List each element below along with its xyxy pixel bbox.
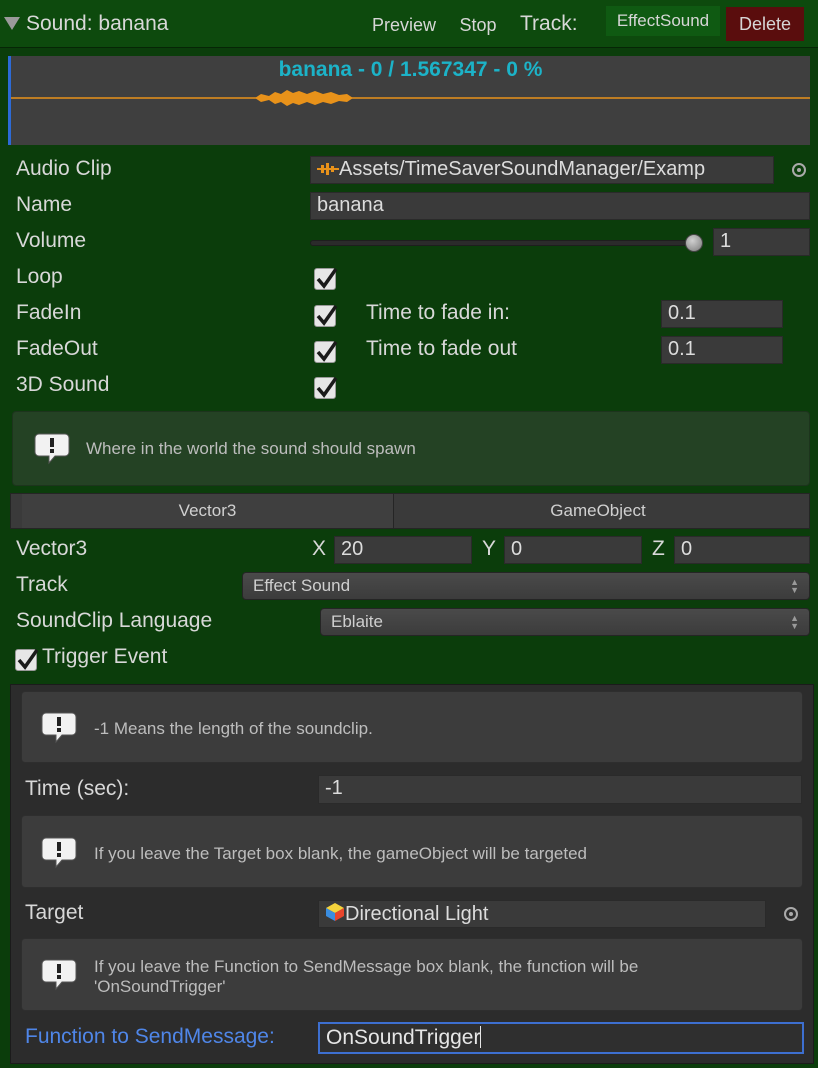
fadein-checkbox[interactable] (314, 304, 338, 327)
volume-slider-thumb[interactable] (685, 234, 703, 252)
name-label: Name (16, 193, 73, 216)
trigger-event-checkbox[interactable] (15, 648, 39, 671)
object-picker-icon[interactable] (784, 907, 798, 921)
function-value: OnSoundTrigger (326, 1026, 481, 1049)
loop-checkbox[interactable] (314, 267, 338, 290)
fadein-time-label: Time to fade in: (366, 301, 510, 324)
function-help-line2: 'OnSoundTrigger' (94, 977, 226, 996)
audio-clip-label: Audio Clip (16, 157, 112, 180)
vector3-label: Vector3 (16, 537, 88, 560)
volume-field[interactable]: 1 (713, 228, 810, 256)
fadein-label: FadeIn (16, 301, 82, 324)
info-icon (40, 836, 78, 870)
loop-label: Loop (16, 265, 63, 288)
trigger-event-label: Trigger Event (42, 645, 168, 668)
fadeout-time-label: Time to fade out (366, 337, 517, 360)
language-label: SoundClip Language (16, 609, 213, 632)
text-cursor (480, 1026, 482, 1048)
dropdown-arrows-icon: ▲ ▼ (790, 577, 799, 595)
track-header-label: Track: (520, 12, 578, 35)
stop-button[interactable]: Stop (450, 8, 506, 42)
track-label: Track (16, 573, 68, 596)
tab-vector3-label: Vector3 (178, 501, 237, 520)
checkmark-icon (316, 376, 338, 398)
target-field[interactable]: Directional Light (318, 900, 766, 928)
vector3-z-label: Z (652, 537, 665, 560)
fadein-time-field[interactable]: 0.1 (661, 300, 783, 328)
audio-clip-path: Assets/TimeSaverSoundManager/Examp (339, 158, 706, 180)
dropdown-arrows-icon: ▲ ▼ (790, 613, 799, 631)
checkmark-icon (17, 648, 39, 670)
volume-slider-track[interactable] (310, 240, 694, 246)
waveform-caption: banana - 0 / 1.567347 - 0 % (278, 58, 543, 81)
checkmark-icon (316, 304, 338, 326)
vector3-z-field[interactable]: 0 (674, 536, 810, 564)
info-icon (40, 711, 78, 745)
target-label: Target (25, 901, 84, 924)
info-icon (33, 432, 71, 466)
time-label: Time (sec): (25, 777, 130, 800)
foldout-triangle-icon[interactable] (4, 17, 20, 30)
delete-button[interactable]: Delete (726, 7, 804, 41)
info-icon (40, 958, 78, 992)
tab-gameobject[interactable]: GameObject (395, 494, 801, 528)
fadeout-time-field[interactable]: 0.1 (661, 336, 783, 364)
target-help-text: If you leave the Target box blank, the g… (94, 844, 587, 863)
audio-clip-field[interactable]: Assets/TimeSaverSoundManager/Examp (310, 156, 774, 184)
fadeout-checkbox[interactable] (314, 340, 338, 363)
vector3-y-label: Y (482, 537, 497, 560)
fadeout-label: FadeOut (16, 337, 98, 360)
checkmark-icon (316, 267, 338, 289)
sound3d-label: 3D Sound (16, 373, 110, 396)
track-dropdown[interactable]: Effect Sound ▲ ▼ (242, 572, 810, 600)
volume-label: Volume (16, 229, 87, 252)
name-field[interactable]: banana (310, 192, 810, 220)
audio-clip-icon (317, 159, 339, 175)
language-dropdown[interactable]: Eblaite ▲ ▼ (320, 608, 810, 636)
function-help-line1: If you leave the Function to SendMessage… (94, 957, 639, 976)
object-picker-icon[interactable] (792, 163, 806, 177)
target-value: Directional Light (345, 903, 489, 925)
sound-title: Sound: banana (26, 12, 169, 35)
sound3d-checkbox[interactable] (314, 376, 338, 399)
waveform-panel[interactable]: banana - 0 / 1.567347 - 0 % (8, 56, 810, 145)
tab-vector3[interactable]: Vector3 (22, 494, 394, 528)
tab-gameobject-label: GameObject (550, 501, 646, 520)
track-dropdown-value: Effect Sound (253, 576, 351, 595)
spawn-help-text: Where in the world the sound should spaw… (86, 439, 416, 458)
track-header-value[interactable]: EffectSound (606, 6, 720, 36)
vector3-x-label: X (312, 537, 327, 560)
function-field[interactable]: OnSoundTrigger (318, 1022, 804, 1054)
checkmark-icon (316, 340, 338, 362)
length-help-text: -1 Means the length of the soundclip. (94, 719, 373, 738)
gameobject-cube-icon (325, 902, 345, 921)
language-dropdown-value: Eblaite (331, 612, 383, 631)
vector3-x-field[interactable]: 20 (334, 536, 472, 564)
preview-button[interactable]: Preview (364, 8, 444, 42)
vector3-y-field[interactable]: 0 (504, 536, 642, 564)
function-label: Function to SendMessage: (25, 1025, 275, 1048)
time-field[interactable]: -1 (318, 775, 802, 804)
